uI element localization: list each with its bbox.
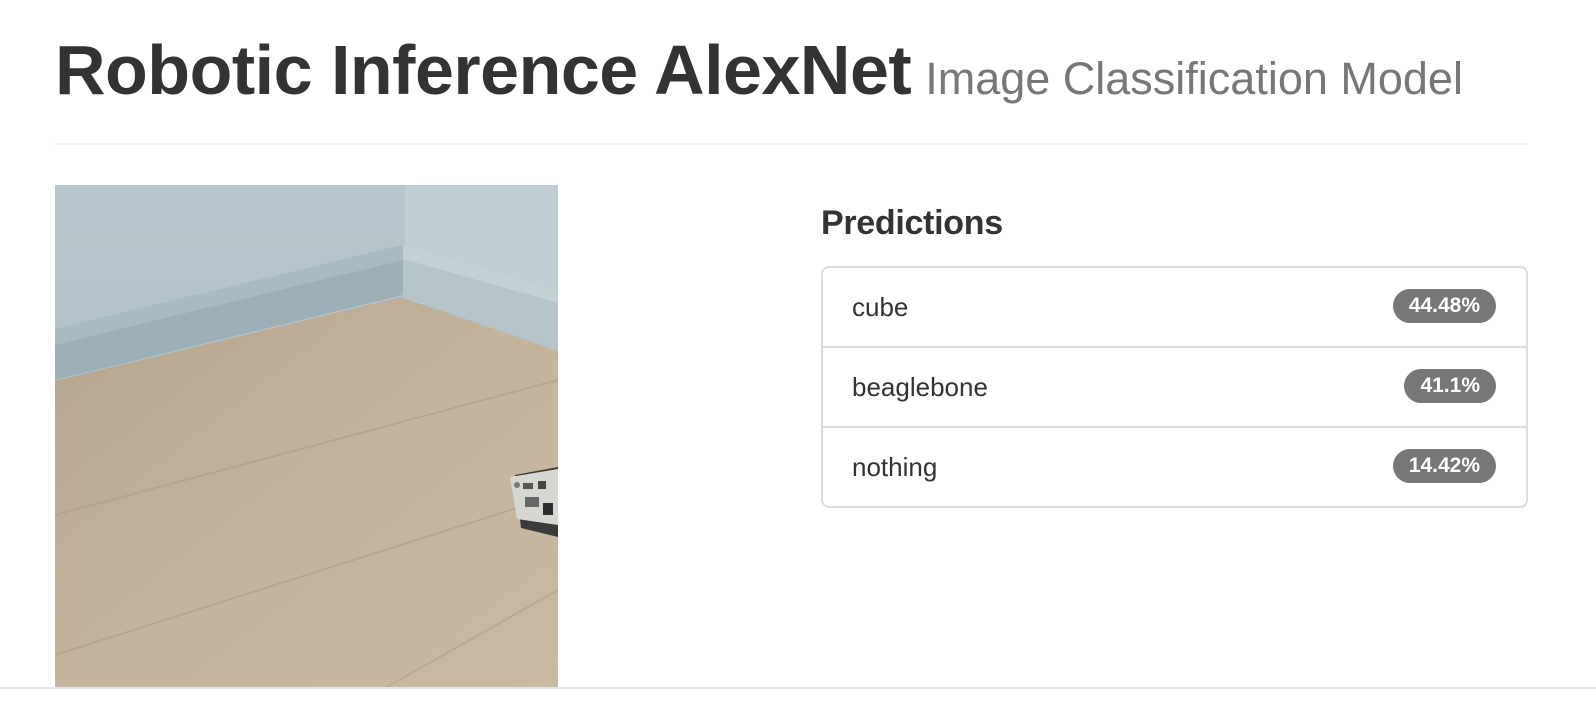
predictions-list: cube 44.48% beaglebone 41.1% nothing 14.… (821, 266, 1528, 508)
title-row: Robotic Inference AlexNet Image Classific… (55, 28, 1463, 112)
classified-image (55, 185, 558, 688)
list-item: cube 44.48% (823, 268, 1526, 348)
camera-frame-image (55, 185, 558, 688)
probability-badge: 41.1% (1404, 369, 1496, 403)
list-item: beaglebone 41.1% (823, 348, 1526, 428)
probability-badge: 14.42% (1392, 449, 1496, 483)
bottom-divider (0, 687, 1596, 689)
probability-badge: 44.48% (1392, 289, 1496, 323)
prediction-label: nothing (852, 452, 938, 482)
page-header: Robotic Inference AlexNet Image Classific… (55, 28, 1528, 145)
page-title: Robotic Inference AlexNet (55, 31, 912, 109)
prediction-label: beaglebone (852, 372, 988, 402)
page-subtitle: Image Classification Model (925, 53, 1463, 104)
list-item: nothing 14.42% (823, 428, 1526, 506)
predictions-heading: Predictions (821, 204, 1003, 242)
prediction-label: cube (852, 292, 909, 322)
predictions-panel: Predictions cube 44.48% beaglebone 41.1%… (821, 200, 1528, 508)
